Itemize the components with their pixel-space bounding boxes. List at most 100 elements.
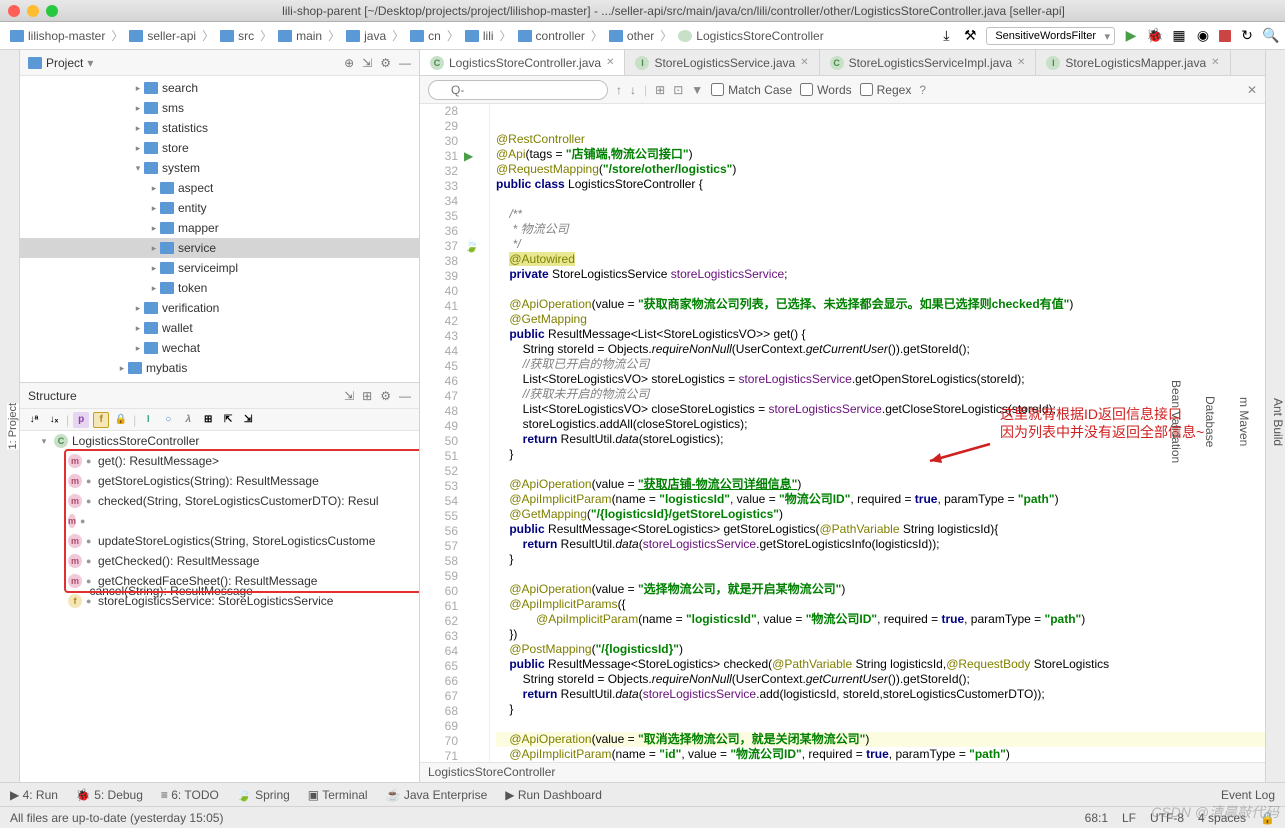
sort-visibility-icon[interactable]: ↓ₓ: [46, 412, 62, 428]
close-icon[interactable]: ✕: [1211, 57, 1219, 68]
show-fields-icon[interactable]: f: [93, 412, 109, 428]
chevron-icon[interactable]: ▸: [116, 363, 128, 374]
tree-item[interactable]: ▸verification: [20, 298, 419, 318]
tree-item[interactable]: ▸search: [20, 78, 419, 98]
breadcrumb[interactable]: lilishop-master: [6, 27, 109, 45]
tree-item[interactable]: ▸entity: [20, 198, 419, 218]
tab-run-dashboard[interactable]: ▶ Run Dashboard: [505, 788, 602, 802]
debug-icon[interactable]: 🐞: [1147, 28, 1163, 44]
editor-tab[interactable]: IStoreLogisticsMapper.java✕: [1036, 50, 1230, 75]
tab-run[interactable]: ▶ 4: Run: [10, 788, 58, 802]
chevron-icon[interactable]: ▸: [148, 183, 160, 194]
tree-item[interactable]: ▾system: [20, 158, 419, 178]
tree-item[interactable]: ▸mybatis: [20, 358, 419, 378]
status-position[interactable]: 68:1: [1085, 811, 1108, 825]
tree-item[interactable]: ▸service: [20, 238, 419, 258]
hide-icon[interactable]: —: [399, 389, 411, 403]
code-area[interactable]: 2829303132333435363738394041424344454647…: [420, 104, 1265, 762]
hide-icon[interactable]: —: [399, 56, 411, 70]
sort-alpha-icon[interactable]: ↓ᵃ: [26, 412, 42, 428]
tree-item[interactable]: ▸store: [20, 138, 419, 158]
chevron-icon[interactable]: ▸: [132, 103, 144, 114]
tab-project[interactable]: 1: Project: [7, 403, 19, 449]
chevron-icon[interactable]: ▸: [148, 263, 160, 274]
next-occurrence-icon[interactable]: ↓: [630, 83, 636, 97]
chevron-icon[interactable]: ▾: [132, 163, 144, 174]
tree-item[interactable]: ▸statistics: [20, 118, 419, 138]
chevron-icon[interactable]: ▸: [148, 283, 160, 294]
tree-item[interactable]: ▸serviceimpl: [20, 258, 419, 278]
editor-breadcrumb[interactable]: LogisticsStoreController: [420, 762, 1265, 782]
breadcrumb[interactable]: LogisticsStoreController: [674, 27, 827, 45]
chevron-icon[interactable]: ▸: [148, 203, 160, 214]
expand-icon[interactable]: ⊞: [362, 389, 372, 403]
coverage-icon[interactable]: ▦: [1171, 28, 1187, 44]
select-all-icon[interactable]: ⊞: [655, 83, 665, 97]
gear-icon[interactable]: ⚙: [380, 389, 391, 403]
show-properties-icon[interactable]: p: [73, 412, 89, 428]
event-log[interactable]: Event Log: [1221, 788, 1275, 802]
close-icon[interactable]: ✕: [606, 57, 614, 68]
tab-todo[interactable]: ≡ 6: TODO: [161, 788, 219, 802]
close-icon[interactable]: ✕: [1017, 57, 1025, 68]
add-selection-icon[interactable]: ⊡: [673, 83, 683, 97]
status-line-sep[interactable]: LF: [1122, 811, 1136, 825]
chevron-icon[interactable]: ▸: [132, 123, 144, 134]
minimize-icon[interactable]: [27, 5, 39, 17]
find-input[interactable]: [428, 80, 608, 100]
tree-item[interactable]: ▸wallet: [20, 318, 419, 338]
chevron-icon[interactable]: ▸: [148, 243, 160, 254]
search-icon[interactable]: 🔍: [1263, 28, 1279, 44]
breadcrumb[interactable]: seller-api: [125, 27, 200, 45]
chevron-icon[interactable]: ▸: [148, 223, 160, 234]
close-find-icon[interactable]: ✕: [1247, 83, 1257, 97]
structure-list[interactable]: ▾ C LogisticsStoreController m●get(): Re…: [20, 431, 419, 782]
structure-item[interactable]: m●cancel(String): ResultMessage: [20, 511, 419, 531]
show-inherited-icon[interactable]: I: [140, 412, 156, 428]
expand2-icon[interactable]: ⊞: [200, 412, 216, 428]
breadcrumb[interactable]: other: [605, 27, 658, 45]
stop-icon[interactable]: [1219, 30, 1231, 42]
build-icon[interactable]: ⤓: [938, 28, 954, 44]
scroll-icon[interactable]: ⇲: [344, 389, 354, 403]
collapse-all-icon[interactable]: ⇲: [362, 56, 372, 70]
filter-icon[interactable]: ▼: [691, 83, 703, 97]
breadcrumb[interactable]: lili: [461, 27, 498, 45]
tab-terminal[interactable]: ▣ Terminal: [308, 788, 368, 802]
tree-item[interactable]: ▸wechat: [20, 338, 419, 358]
run-icon[interactable]: ▶: [1123, 28, 1139, 44]
chevron-icon[interactable]: ▸: [132, 83, 144, 94]
tab-debug[interactable]: 🐞 5: Debug: [76, 788, 143, 802]
maximize-icon[interactable]: [46, 5, 58, 17]
window-controls[interactable]: [8, 5, 58, 17]
breadcrumb[interactable]: src: [216, 27, 258, 45]
close-icon[interactable]: [8, 5, 20, 17]
show-nonpublic-icon[interactable]: 🔒: [113, 412, 129, 428]
close-icon[interactable]: ✕: [800, 57, 808, 68]
chevron-icon[interactable]: ▸: [132, 323, 144, 334]
match-case-checkbox[interactable]: Match Case: [711, 83, 792, 97]
tab-spring[interactable]: 🍃 Spring: [237, 788, 290, 802]
chevron-icon[interactable]: ▸: [132, 143, 144, 154]
show-anonymous-icon[interactable]: ○: [160, 412, 176, 428]
scroll-from-source-icon[interactable]: ⊕: [344, 56, 354, 70]
tree-item[interactable]: ▸mapper: [20, 218, 419, 238]
tab-java-ee[interactable]: ☕ Java Enterprise: [386, 788, 488, 802]
chevron-icon[interactable]: ▸: [132, 303, 144, 314]
update-icon[interactable]: ↻: [1239, 28, 1255, 44]
tree-item[interactable]: ▸sms: [20, 98, 419, 118]
autoscroll-icon[interactable]: ⇱: [220, 412, 236, 428]
code-content[interactable]: @RestController@Api(tags = "店铺端,物流公司接口")…: [490, 104, 1265, 762]
breadcrumb[interactable]: java: [342, 27, 390, 45]
chevron-icon[interactable]: ▸: [132, 343, 144, 354]
tree-item[interactable]: ▸token: [20, 278, 419, 298]
autoscroll2-icon[interactable]: ⇲: [240, 412, 256, 428]
profile-icon[interactable]: ◉: [1195, 28, 1211, 44]
show-lambda-icon[interactable]: λ: [180, 412, 196, 428]
prev-occurrence-icon[interactable]: ↑: [616, 83, 622, 97]
words-checkbox[interactable]: Words: [800, 83, 851, 97]
project-tree[interactable]: ▸search▸sms▸statistics▸store▾system▸aspe…: [20, 76, 419, 382]
editor-tab[interactable]: IStoreLogisticsService.java✕: [625, 50, 819, 75]
tree-item[interactable]: ▸aspect: [20, 178, 419, 198]
breadcrumb[interactable]: cn: [406, 27, 445, 45]
